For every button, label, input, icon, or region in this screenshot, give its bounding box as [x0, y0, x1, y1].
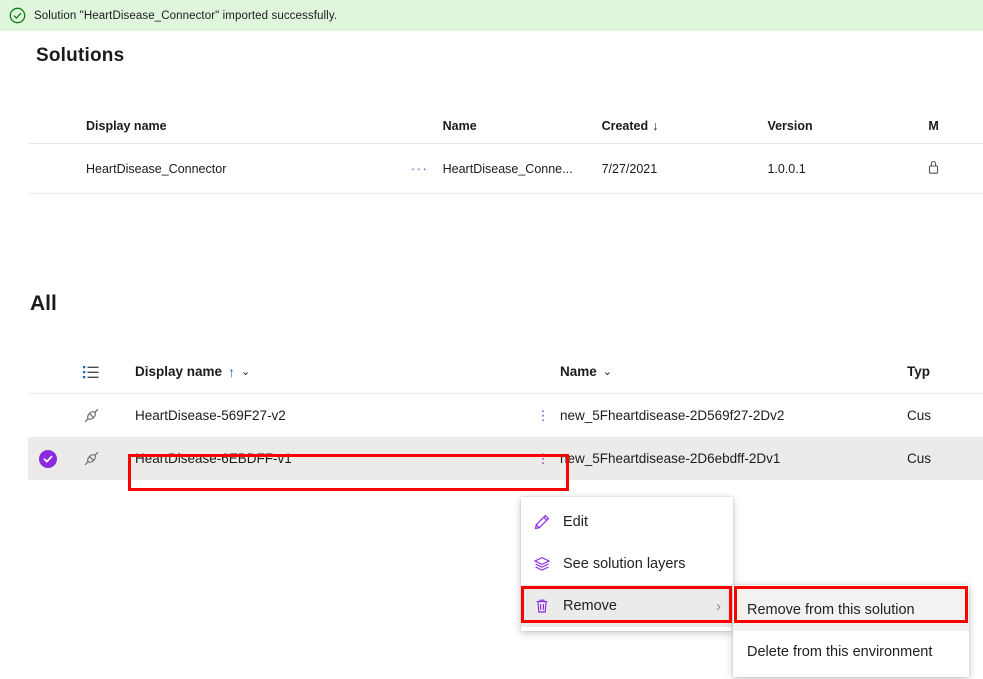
check-circle-outline-icon [9, 7, 26, 24]
column-header-display-name[interactable]: Display name [28, 119, 411, 133]
row-overflow-icon[interactable]: ··· [411, 161, 443, 176]
table-row[interactable]: HeartDisease_Connector ··· HeartDisease_… [28, 144, 983, 194]
column-header-display-name-label: Display name [135, 364, 223, 379]
menu-item-edit-label: Edit [563, 514, 588, 530]
column-header-managed[interactable]: M [928, 119, 983, 133]
success-banner-message: Solution "HeartDisease_Connector" import… [34, 9, 338, 22]
cell-display-name-label: HeartDisease-569F27-v2 [135, 408, 286, 423]
row-context-menu: Edit See solution layers Remove › [521, 497, 733, 631]
app-root: Solution "HeartDisease_Connector" import… [0, 0, 983, 679]
chevron-right-icon: › [716, 597, 721, 615]
column-header-name[interactable]: Name ⌄ [552, 364, 907, 379]
cell-name: new_5Fheartdisease-2D6ebdff-2Dv1 [560, 451, 781, 466]
solutions-table-header: Display name Name Created ↓ Version M [28, 108, 983, 144]
menu-item-edit[interactable]: Edit [521, 501, 733, 543]
all-section-title: All [30, 292, 57, 315]
column-header-version[interactable]: Version [767, 119, 928, 133]
cell-managed [928, 159, 983, 178]
cell-version: 1.0.0.1 [767, 161, 806, 176]
column-header-name[interactable]: Name [443, 119, 602, 133]
lock-icon [929, 160, 939, 174]
column-header-name-label: Name [560, 364, 597, 379]
table-row[interactable]: HeartDisease-6EBDFF-v1 ⋮ new_5Fheartdise… [28, 437, 983, 480]
cell-type: Cus [907, 451, 932, 466]
menu-item-see-solution-layers-label: See solution layers [563, 556, 686, 572]
menu-item-see-solution-layers[interactable]: See solution layers [521, 543, 733, 585]
column-header-display-name[interactable]: Display name ↑ ⌄ [115, 364, 552, 380]
column-header-type[interactable]: Typ [907, 364, 967, 379]
cell-name: HeartDisease_Conne... [442, 161, 573, 176]
chevron-down-icon[interactable]: ⌄ [603, 365, 612, 378]
cell-display-name: HeartDisease_Connector [86, 161, 227, 176]
layers-icon [533, 555, 563, 573]
column-header-created[interactable]: Created ↓ [602, 119, 768, 133]
page-title: Solutions [36, 45, 125, 66]
menu-item-remove-from-this-solution-label: Remove from this solution [747, 602, 915, 618]
cell-display-name-label: HeartDisease-6EBDFF-v1 [135, 451, 292, 466]
menu-item-remove-from-this-solution[interactable]: Remove from this solution [733, 589, 969, 631]
menu-item-remove[interactable]: Remove › [521, 585, 733, 627]
trash-icon [533, 597, 563, 615]
connector-icon [68, 406, 115, 425]
menu-item-delete-from-this-environment-label: Delete from this environment [747, 644, 933, 660]
menu-item-remove-label: Remove [563, 598, 617, 614]
solutions-table: Display name Name Created ↓ Version M Hea… [28, 108, 983, 194]
table-row[interactable]: HeartDisease-569F27-v2 ⋮ new_5Fheartdise… [28, 394, 983, 437]
chevron-down-icon[interactable]: ⌄ [241, 365, 250, 378]
row-select-checkbox[interactable] [28, 449, 68, 468]
row-more-actions-icon[interactable]: ⋮ [534, 408, 552, 424]
cell-type: Cus [907, 408, 932, 423]
cell-created: 7/27/2021 [601, 161, 658, 176]
sort-list-icon[interactable] [68, 363, 115, 381]
sort-descending-icon: ↓ [652, 118, 659, 133]
all-components-table: Display name ↑ ⌄ Name ⌄ Typ HeartDisease… [28, 350, 983, 480]
cell-name: new_5Fheartdisease-2D569f27-2Dv2 [560, 408, 785, 423]
row-more-actions-icon[interactable]: ⋮ [534, 451, 552, 467]
connector-icon [68, 449, 115, 468]
pencil-icon [533, 513, 563, 531]
cell-display-name: HeartDisease-6EBDFF-v1 ⋮ [115, 451, 552, 467]
remove-submenu: Remove from this solution Delete from th… [733, 585, 969, 677]
all-table-header: Display name ↑ ⌄ Name ⌄ Typ [28, 350, 983, 394]
menu-item-delete-from-this-environment[interactable]: Delete from this environment [733, 631, 969, 673]
cell-display-name: HeartDisease-569F27-v2 ⋮ [115, 408, 552, 424]
column-header-created-label: Created [601, 118, 649, 133]
sort-ascending-icon: ↑ [228, 363, 236, 380]
success-banner: Solution "HeartDisease_Connector" import… [0, 0, 983, 31]
selected-check-icon [39, 449, 57, 468]
